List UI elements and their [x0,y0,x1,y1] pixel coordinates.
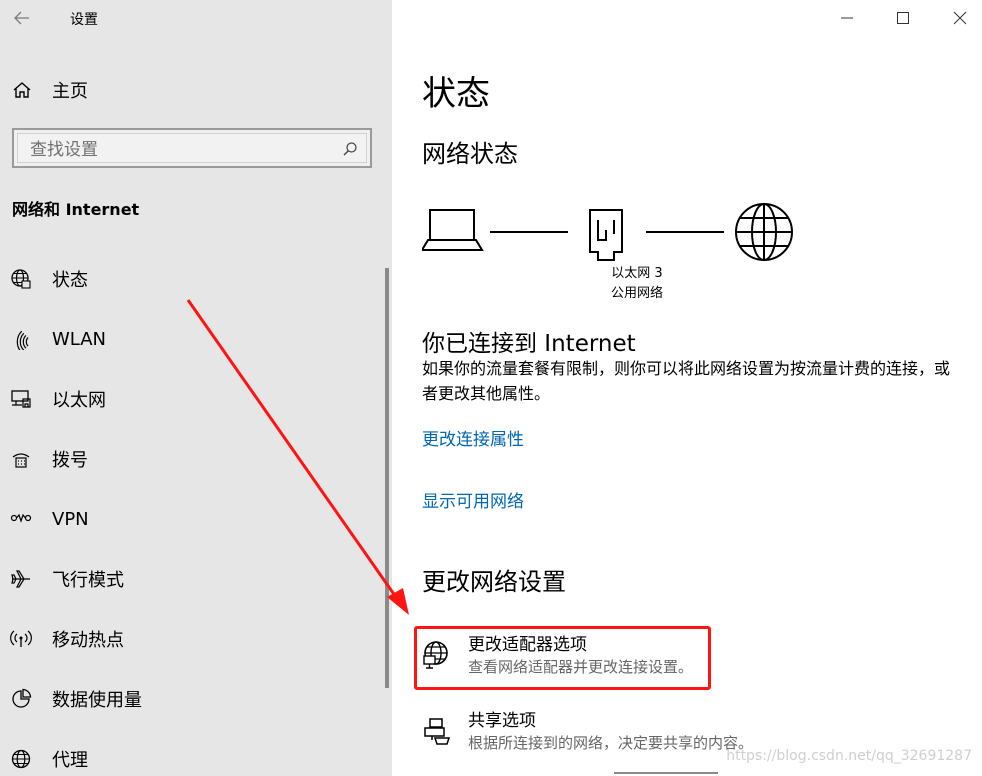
sidebar-item-mobile-hotspot[interactable]: 移动热点 [0,609,380,669]
sidebar-item-ethernet[interactable]: 以太网 [0,369,380,429]
option-title: 共享选项 [468,711,536,731]
sidebar-item-wlan[interactable]: WLAN [0,309,380,369]
sidebar-item-data-usage[interactable]: 数据使用量 [0,669,380,729]
home-icon [13,82,31,98]
laptop-icon [420,209,484,251]
adapter-name: 以太网 3 [611,266,663,281]
internet-globe-icon [735,203,793,261]
minimize-button[interactable] [832,4,862,32]
sidebar-item-label: 拨号 [52,450,88,471]
vpn-icon [10,508,32,530]
sidebar-item-label: WLAN [52,328,107,350]
data-usage-icon [10,688,32,710]
close-button[interactable] [945,4,975,32]
minimize-icon [841,17,853,19]
app-title: 设置 [70,12,98,28]
back-arrow-icon [14,11,29,25]
sidebar-item-label: 状态 [52,270,88,291]
sidebar-nav: 状态 WLAN 以太网 拨号 VPN 飞行模式 移动热点 数据使用量 代理 [0,249,380,776]
airplane-icon [10,568,32,590]
main-content: 状态 网络状态 以太网 3 公用网络 你已连接到 Internet 如果你的流量… [392,0,982,776]
globe-status-icon [10,268,32,290]
sidebar-item-dialup[interactable]: 拨号 [0,429,380,489]
back-button[interactable] [8,4,38,32]
search-box[interactable] [12,128,372,168]
search-icon[interactable] [342,141,358,157]
maximize-icon [897,12,909,24]
sidebar: 设置 主页 网络和 Internet [0,0,392,776]
change-connection-properties-link[interactable]: 更改连接属性 [422,425,524,450]
sidebar-item-airplane-mode[interactable]: 飞行模式 [0,549,380,609]
close-icon [953,11,967,25]
dialup-icon [10,448,32,470]
section-title: 网络和 Internet [12,200,140,219]
search-input[interactable] [30,139,330,161]
change-network-settings-heading: 更改网络设置 [422,568,566,596]
sidebar-item-vpn[interactable]: VPN [0,489,380,549]
network-status-diagram: 以太网 3 公用网络 [420,200,802,310]
page-title: 状态 [422,74,490,114]
sidebar-item-label: 主页 [52,81,88,102]
adapter-network-type: 公用网络 [610,286,663,301]
maximize-button[interactable] [888,4,918,32]
ethernet-icon [10,388,32,410]
network-diagram-graphics [420,203,793,261]
network-status-heading: 网络状态 [422,140,518,168]
sidebar-item-label: 以太网 [52,390,106,411]
sharing-icon [424,718,451,745]
sidebar-item-label: 飞行模式 [52,570,124,591]
sidebar-item-home[interactable]: 主页 [12,76,88,104]
ethernet-port-icon [589,209,623,261]
sidebar-item-status[interactable]: 状态 [0,249,380,309]
sidebar-item-label: VPN [52,508,89,530]
sidebar-item-label: 数据使用量 [52,690,142,711]
annotation-highlight-box [414,626,711,690]
sidebar-item-label: 代理 [52,750,88,771]
watermark-text: https://blog.csdn.net/qq_32691287 [726,748,972,764]
sidebar-item-label: 移动热点 [52,630,124,651]
sidebar-item-proxy[interactable]: 代理 [0,729,380,776]
settings-window: 设置 主页 网络和 Internet [0,0,982,776]
proxy-globe-icon [10,748,32,770]
horizontal-scroll-indicator [614,772,718,774]
hotspot-icon [10,628,32,650]
option-subtitle: 根据所连接到的网络，决定要共享的内容。 [468,734,754,752]
connection-description: 如果你的流量套餐有限制，则你可以将此网络设置为按流量计费的连接，或者更改其他属性… [422,359,951,403]
connection-status-heading: 你已连接到 Internet [422,331,636,357]
wifi-icon [10,328,32,350]
show-available-networks-link[interactable]: 显示可用网络 [422,487,524,512]
sidebar-scrollbar[interactable] [385,268,389,688]
